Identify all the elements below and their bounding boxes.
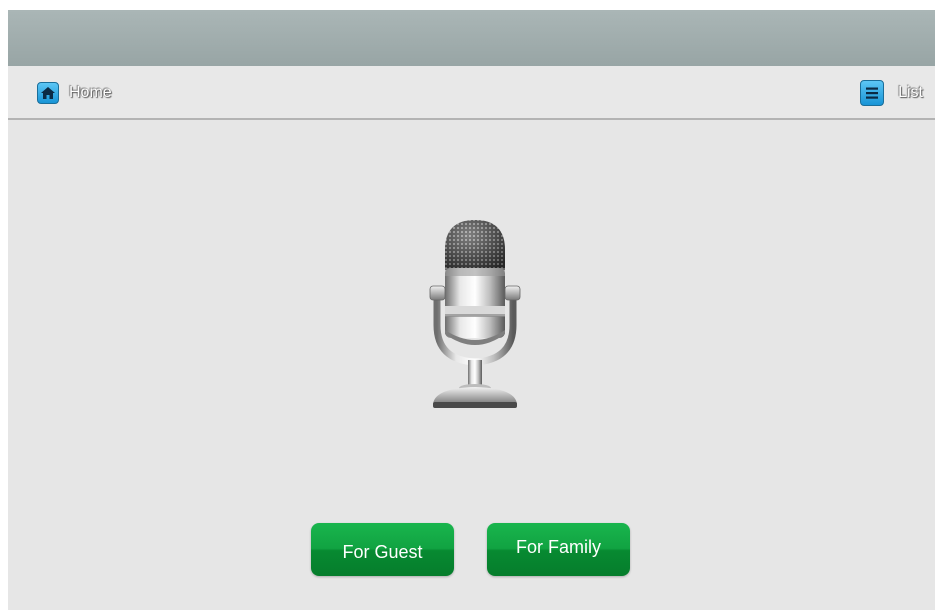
- home-button[interactable]: Home: [37, 80, 112, 106]
- status-bar: [8, 10, 935, 66]
- home-label: Home: [69, 84, 112, 101]
- navigation-bar: Home List: [8, 66, 935, 120]
- home-icon: [37, 82, 59, 104]
- list-label: List: [898, 84, 923, 101]
- list-icon: [860, 80, 885, 106]
- list-button[interactable]: List: [860, 80, 923, 106]
- for-guest-button[interactable]: For Guest: [311, 523, 454, 576]
- app-screen: Home List For Guest For Family: [8, 10, 935, 610]
- microphone-icon[interactable]: [420, 210, 530, 410]
- for-family-button[interactable]: For Family: [487, 523, 630, 576]
